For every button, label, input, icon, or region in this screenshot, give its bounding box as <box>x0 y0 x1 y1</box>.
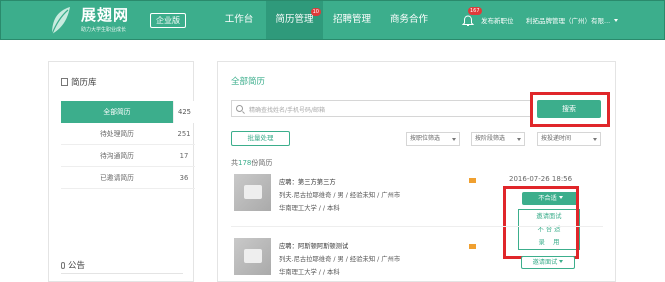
search-input[interactable]: 精确查找姓名/手机号码/邮箱 <box>231 100 531 117</box>
total-number: 178 <box>238 159 252 167</box>
sidebar-item-label: 待处理简历 <box>100 130 134 138</box>
sidebar-item-count: 425 <box>173 101 195 123</box>
nav-item-label: 工作台 <box>224 14 254 25</box>
chevron-down-icon <box>614 19 619 22</box>
sidebar-item-count: 17 <box>179 152 189 160</box>
logo-slogan: 助力大学生职业成长 <box>81 27 127 33</box>
sidebar-item-all-resumes[interactable]: 全部简历 425 <box>61 101 195 123</box>
sidebar-item-count: 36 <box>179 174 189 182</box>
nav-item-recruitment-management[interactable]: 招聘管理 <box>325 1 379 39</box>
nav-item-label: 简历管理 <box>275 14 314 25</box>
divider <box>231 226 603 227</box>
logo-leaf-icon <box>51 7 70 35</box>
sidebar-item-label: 已邀请简历 <box>100 174 134 182</box>
nav-count-badge: 10 <box>310 8 321 16</box>
page-title: 全部简历 <box>231 77 266 87</box>
chevron-down-icon <box>517 138 521 141</box>
bulk-process-button[interactable]: 批量处理 <box>231 131 290 146</box>
resume-library-panel: 简历库 全部简历 425 待处理简历 251 待沟通简历 17 已邀请简历 36… <box>48 61 195 282</box>
chevron-down-icon <box>559 260 564 263</box>
notification-badge: 167 <box>468 7 482 15</box>
company-account-menu[interactable]: 利拓品牌管理（广州）有限... <box>526 15 619 25</box>
filter-by-delivery-time[interactable]: 按投递时间 <box>537 132 601 146</box>
total-suffix: 份简历 <box>251 159 273 167</box>
divider <box>61 273 183 274</box>
logo-text[interactable]: 展翅网 <box>81 4 129 25</box>
status-label: 邀请面试 <box>532 259 558 266</box>
document-icon <box>61 78 68 86</box>
avatar <box>234 174 271 211</box>
mail-icon <box>469 244 476 249</box>
notice-heading: 公告 <box>61 259 85 271</box>
candidate-info: 列夫.尼古拉耶维奇 / 男 / 经验未知 / 广州市 <box>279 192 401 199</box>
search-icon <box>236 105 243 112</box>
candidate-education: 华南理工大学 / / 本科 <box>279 269 340 276</box>
applied-position[interactable]: 应聘：阿斯顿阿斯顿测试 <box>279 241 348 250</box>
publish-job-link[interactable]: 发布新职位 <box>481 15 514 25</box>
sidebar-item-label: 全部简历 <box>61 101 173 123</box>
top-nav-bar: 展翅网 助力大学生职业成长 企业版 工作台 简历管理 10 招聘管理 商务合作 … <box>0 0 665 40</box>
panel-title-text: 简历库 <box>71 78 97 88</box>
microphone-icon <box>61 262 65 269</box>
mail-icon <box>469 178 476 183</box>
bell-icon[interactable] <box>461 14 475 28</box>
sidebar-item-count: 251 <box>177 130 191 138</box>
edition-badge: 企业版 <box>150 13 186 28</box>
candidate-education: 华南理工大学 / / 本科 <box>279 205 340 212</box>
sidebar-item-invited[interactable]: 已邀请简历 36 <box>61 167 195 189</box>
candidate-info: 列夫.尼古拉耶维奇 / 男 / 经验未知 / 广州市 <box>279 256 401 263</box>
nav-item-business-cooperation[interactable]: 商务合作 <box>382 1 436 39</box>
sidebar-item-to-communicate[interactable]: 待沟通简历 17 <box>61 145 195 167</box>
nav-item-label: 商务合作 <box>389 14 428 25</box>
nav-item-resume-management[interactable]: 简历管理 10 <box>266 1 323 39</box>
all-resumes-panel: 全部简历 精确查找姓名/手机号码/邮箱 搜索 批量处理 按职位筛选 按阶段筛选 … <box>217 61 616 282</box>
filter-label: 按投递时间 <box>541 135 572 142</box>
filter-by-position[interactable]: 按职位筛选 <box>406 132 460 146</box>
sidebar-item-pending-resumes[interactable]: 待处理简历 251 <box>61 123 195 145</box>
total-count: 共178份简历 <box>231 158 272 168</box>
nav-item-workbench[interactable]: 工作台 <box>214 1 264 39</box>
chevron-down-icon <box>593 138 597 141</box>
status-dropdown[interactable]: 邀请面试 <box>521 256 575 269</box>
total-prefix: 共 <box>231 159 238 167</box>
avatar <box>234 238 271 275</box>
filter-label: 按阶段筛选 <box>475 135 506 142</box>
filter-label: 按职位筛选 <box>410 135 441 142</box>
chevron-down-icon <box>452 138 456 141</box>
applied-position[interactable]: 应聘：第三方第三方 <box>279 177 336 186</box>
search-placeholder: 精确查找姓名/手机号码/邮箱 <box>249 107 326 114</box>
filter-by-stage[interactable]: 按阶段筛选 <box>471 132 525 146</box>
panel-title: 简历库 <box>61 76 97 88</box>
resume-date: 2016-07-26 18:56 <box>509 175 573 183</box>
highlight-box-search <box>530 92 610 127</box>
nav-item-label: 招聘管理 <box>332 14 371 25</box>
notice-title: 公告 <box>68 261 86 271</box>
company-name: 利拓品牌管理（广州）有限... <box>526 17 611 25</box>
sidebar-item-label: 待沟通简历 <box>100 152 134 160</box>
